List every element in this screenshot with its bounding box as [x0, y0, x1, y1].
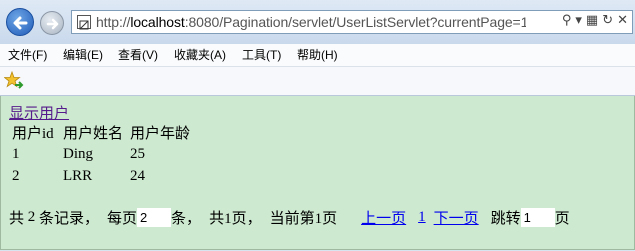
address-bar-buttons: ⚲ ▾ ▦ ↻ ✕ — [558, 13, 628, 31]
cell-user-id: 1 — [12, 145, 20, 162]
cell-user-id: 2 — [12, 167, 20, 184]
total-count: 2 — [27, 209, 36, 225]
table-header-row: 用户id 用户姓名 用户年龄 — [9, 121, 200, 143]
total-pages-text: 共1页， — [209, 211, 262, 227]
show-users-link[interactable]: 显示用户 — [9, 102, 69, 123]
search-icon[interactable]: ⚲ — [562, 13, 572, 28]
page-content: 显示用户 用户id 用户姓名 用户年龄 1 Ding 25 2 LRR 24 共… — [0, 96, 635, 250]
page-number-link[interactable]: 1 — [418, 209, 426, 225]
menu-edit[interactable]: 编辑(E) — [63, 47, 103, 63]
menu-file[interactable]: 文件(F) — [8, 47, 47, 63]
menu-help[interactable]: 帮助(H) — [297, 47, 338, 63]
menu-view[interactable]: 查看(V) — [118, 47, 158, 63]
menu-favorites[interactable]: 收藏夹(A) — [174, 47, 226, 63]
cell-user-name: Ding — [63, 145, 93, 162]
per-page-suffix: 条， — [171, 211, 202, 227]
header-user-id: 用户id — [12, 125, 54, 142]
jump-suffix: 页 — [554, 211, 570, 227]
per-page-prefix: 每页 — [107, 211, 138, 227]
prev-page-link[interactable]: 上一页 — [361, 211, 406, 227]
menu-bar: 文件(F) 编辑(E) 查看(V) 收藏夹(A) 工具(T) 帮助(H) — [0, 44, 635, 67]
header-user-age: 用户年龄 — [130, 125, 191, 142]
table-row: 2 LRR 24 — [9, 165, 200, 187]
cell-user-age: 25 — [130, 145, 145, 162]
url-rest: :8080/Pagination/servlet/UserListServlet… — [184, 14, 526, 30]
page-favicon-icon — [77, 15, 91, 30]
back-arrow-icon — [13, 16, 28, 30]
pagination-bar: 共 2 条记录， 每页 条， 共1页， 当前第1页 上一页 1 下一页跳转 页 — [9, 207, 570, 229]
forward-arrow-icon — [46, 18, 59, 30]
close-icon[interactable]: ✕ — [617, 13, 628, 28]
current-page-text: 当前第1页 — [269, 211, 338, 227]
browser-toolbar: http://localhost:8080/Pagination/servlet… — [0, 0, 635, 44]
header-user-name: 用户姓名 — [63, 125, 124, 142]
dropdown-icon[interactable]: ▾ — [575, 13, 582, 28]
next-page-link[interactable]: 下一页 — [434, 211, 479, 227]
favorites-star-icon[interactable] — [4, 71, 24, 91]
table-row: 1 Ding 25 — [9, 143, 200, 165]
back-button[interactable] — [6, 8, 34, 36]
url-prefix: http:// — [96, 14, 131, 30]
forward-button[interactable] — [40, 11, 64, 35]
refresh-icon[interactable]: ↻ — [602, 13, 613, 28]
cell-user-age: 24 — [130, 167, 145, 184]
total-suffix: 条记录， — [39, 211, 100, 227]
url-text[interactable]: http://localhost:8080/Pagination/servlet… — [96, 13, 526, 31]
user-table: 用户id 用户姓名 用户年龄 1 Ding 25 2 LRR 24 — [9, 121, 200, 187]
menu-tools[interactable]: 工具(T) — [242, 47, 281, 63]
per-page-input[interactable] — [137, 208, 172, 227]
jump-prefix: 跳转 — [490, 211, 521, 227]
compatibility-icon[interactable]: ▦ — [586, 13, 598, 28]
favorites-bar — [0, 67, 635, 96]
cell-user-name: LRR — [63, 167, 93, 184]
url-host: localhost — [130, 14, 185, 30]
address-bar[interactable]: http://localhost:8080/Pagination/servlet… — [71, 10, 633, 34]
jump-page-input[interactable] — [520, 208, 555, 227]
total-prefix: 共 — [9, 211, 25, 227]
